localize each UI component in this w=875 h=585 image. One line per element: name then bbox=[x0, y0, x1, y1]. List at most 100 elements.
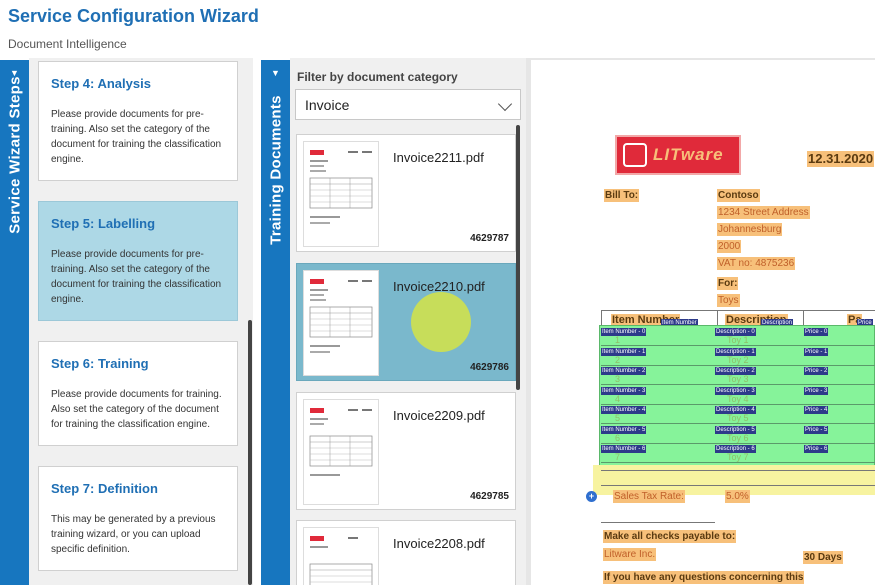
table-bottom-line bbox=[601, 470, 875, 471]
row-price-tag[interactable]: Price - 2 bbox=[804, 367, 829, 375]
category-select-value: Invoice bbox=[305, 97, 350, 113]
bill-to-postal[interactable]: 2000 bbox=[717, 240, 742, 253]
table-row-separator bbox=[601, 384, 875, 385]
document-id: 4629785 bbox=[470, 491, 509, 502]
wizard-app: Service Configuration Wizard Document In… bbox=[0, 0, 875, 585]
table-row-separator bbox=[601, 364, 875, 366]
cursor-indicator bbox=[411, 292, 471, 352]
document-card[interactable]: Invoice2211.pdf 4629787 bbox=[296, 134, 516, 252]
bill-to-label[interactable]: Bill To: bbox=[604, 189, 640, 202]
step-card-labelling[interactable]: Step 5: Labelling Please provide documen… bbox=[38, 201, 238, 321]
sales-tax-value[interactable]: 5.0% bbox=[725, 490, 750, 503]
signature-line bbox=[601, 522, 715, 523]
row-description: Toy 4 bbox=[727, 393, 749, 404]
row-price-tag[interactable]: Price - 1 bbox=[804, 347, 829, 356]
chevron-down-icon bbox=[497, 96, 513, 112]
steps-bar-label: Service Wizard Steps bbox=[6, 76, 23, 234]
step-description: Please provide documents for pre-trainin… bbox=[51, 249, 222, 305]
payment-days[interactable]: 30 Days bbox=[803, 551, 843, 564]
row-item-number: 3 bbox=[615, 374, 621, 384]
row-price-tag[interactable]: Price - 4 bbox=[804, 406, 829, 414]
sales-tax-label[interactable]: Sales Tax Rate: bbox=[613, 490, 685, 503]
table-row-separator bbox=[601, 462, 875, 463]
step-title: Step 7: Definition bbox=[51, 481, 158, 496]
document-id: 4629787 bbox=[470, 233, 509, 244]
table-total-line bbox=[601, 485, 875, 486]
for-value[interactable]: Toys bbox=[717, 294, 740, 307]
row-item-tag[interactable]: Item Number - 1 bbox=[601, 347, 647, 356]
litware-logo: LITware bbox=[615, 135, 741, 175]
bill-to-name[interactable]: Contoso bbox=[717, 189, 760, 202]
invoice-date[interactable]: 12.31.2020 bbox=[807, 151, 875, 167]
documents-scrollbar[interactable] bbox=[516, 125, 520, 390]
add-field-icon[interactable]: + bbox=[586, 491, 597, 502]
collapse-arrow-icon[interactable]: ▼ bbox=[261, 68, 290, 78]
step-title: Step 6: Training bbox=[51, 356, 149, 371]
bill-to-city[interactable]: Johannesburg bbox=[717, 223, 783, 236]
row-description: Toy 7 bbox=[727, 452, 749, 462]
step-description: Please provide documents for training. A… bbox=[51, 389, 222, 430]
logo-text: LITware bbox=[653, 145, 724, 164]
row-price-tag[interactable]: Price - 3 bbox=[804, 386, 829, 395]
row-description: Toy 5 bbox=[727, 413, 749, 423]
table-row-separator bbox=[601, 423, 875, 424]
docs-bar-label: Training Documents bbox=[267, 95, 284, 245]
table-top-line bbox=[601, 310, 875, 311]
document-name: Invoice2209.pdf bbox=[393, 408, 485, 423]
row-item-tag[interactable]: Item Number - 3 bbox=[601, 386, 647, 395]
row-item-number: 6 bbox=[615, 432, 621, 443]
row-description: Toy 3 bbox=[727, 374, 749, 384]
documents-panel: Filter by document category Invoice Invo… bbox=[290, 58, 526, 585]
bill-to-address[interactable]: 1234 Street Address bbox=[717, 206, 810, 219]
step-card-definition[interactable]: Step 7: Definition This may be generated… bbox=[38, 466, 238, 571]
document-id: 4629786 bbox=[470, 362, 509, 373]
step-title: Step 4: Analysis bbox=[51, 76, 151, 91]
filter-label: Filter by document category bbox=[297, 70, 458, 84]
document-card[interactable]: Invoice2209.pdf 4629785 bbox=[296, 392, 516, 510]
step-description: Please provide documents for pre-trainin… bbox=[51, 109, 222, 165]
page-subtitle: Document Intelligence bbox=[8, 37, 127, 51]
row-price-tag[interactable]: Price - 5 bbox=[804, 425, 829, 434]
header: Service Configuration Wizard Document In… bbox=[0, 0, 875, 58]
page-title: Service Configuration Wizard bbox=[8, 6, 259, 26]
payable-label[interactable]: Make all checks payable to: bbox=[603, 530, 737, 543]
row-item-number: 7 bbox=[615, 452, 621, 462]
document-name: Invoice2211.pdf bbox=[393, 150, 484, 165]
document-card-selected[interactable]: Invoice2210.pdf 4629786 bbox=[296, 263, 516, 381]
document-card[interactable]: Invoice2208.pdf bbox=[296, 520, 516, 585]
row-description: Toy 1 bbox=[727, 335, 749, 345]
step-card-analysis[interactable]: Step 4: Analysis Please provide document… bbox=[38, 61, 238, 181]
document-thumbnail bbox=[303, 141, 379, 247]
row-price-tag[interactable]: Price - 0 bbox=[804, 328, 829, 336]
payable-value[interactable]: Litware Inc. bbox=[603, 548, 657, 561]
document-thumbnail bbox=[303, 399, 379, 505]
row-item-number: 2 bbox=[615, 354, 621, 365]
table-row-separator bbox=[601, 403, 875, 405]
table-row-separator bbox=[601, 345, 875, 346]
step-title: Step 5: Labelling bbox=[51, 216, 156, 231]
row-item-tag[interactable]: Item Number - 0 bbox=[601, 328, 647, 336]
steps-collapse-bar[interactable]: ▼ Service Wizard Steps bbox=[0, 60, 29, 585]
document-thumbnail bbox=[303, 270, 379, 376]
steps-panel: Step 4: Analysis Please provide document… bbox=[29, 58, 253, 585]
row-item-tag[interactable]: Item Number - 6 bbox=[601, 445, 647, 453]
document-thumbnail bbox=[303, 527, 379, 585]
category-select[interactable]: Invoice bbox=[295, 89, 521, 120]
invoice-page: LITware 12.31.2020 Bill To: Contoso 1234… bbox=[531, 60, 875, 585]
bill-to-vat[interactable]: VAT no: 4875236 bbox=[717, 257, 796, 270]
row-description: Toy 6 bbox=[727, 432, 749, 443]
row-item-tag[interactable]: Item Number - 4 bbox=[601, 406, 647, 414]
row-item-number: 4 bbox=[615, 393, 621, 404]
docs-collapse-bar[interactable]: ▼ Training Documents bbox=[261, 60, 290, 585]
document-viewer: LITware 12.31.2020 Bill To: Contoso 1234… bbox=[526, 58, 875, 585]
for-label[interactable]: For: bbox=[717, 277, 739, 290]
row-description: Toy 2 bbox=[727, 354, 749, 365]
document-name: Invoice2208.pdf bbox=[393, 536, 485, 551]
steps-scrollbar[interactable] bbox=[248, 320, 252, 585]
step-card-training[interactable]: Step 6: Training Please provide document… bbox=[38, 341, 238, 446]
step-description: This may be generated by a previous trai… bbox=[51, 514, 216, 555]
row-item-tag[interactable]: Item Number - 5 bbox=[601, 425, 647, 434]
row-price-tag[interactable]: Price - 6 bbox=[804, 445, 829, 453]
questions-text[interactable]: If you have any questions concerning thi… bbox=[603, 571, 805, 584]
row-item-tag[interactable]: Item Number - 2 bbox=[601, 367, 647, 375]
